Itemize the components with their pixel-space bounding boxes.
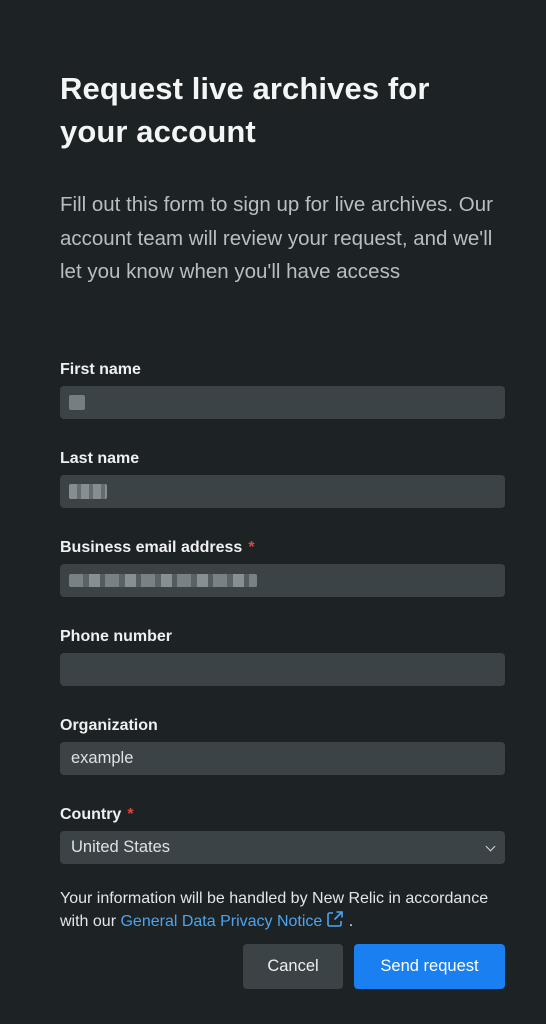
last-name-field[interactable]	[60, 475, 505, 508]
redacted-value	[69, 484, 107, 499]
cancel-button[interactable]: Cancel	[243, 944, 343, 989]
country-selected-value: United States	[71, 838, 171, 856]
privacy-notice-link[interactable]: General Data Privacy Notice	[120, 911, 344, 930]
email-group: Business email address *	[60, 538, 505, 597]
country-label-text: Country	[60, 806, 122, 823]
email-label: Business email address *	[60, 538, 505, 558]
required-marker: *	[127, 806, 134, 823]
organization-field[interactable]: example	[60, 742, 505, 775]
phone-group: Phone number	[60, 627, 505, 686]
first-name-group: First name	[60, 360, 505, 419]
chevron-down-icon	[485, 841, 496, 852]
last-name-label: Last name	[60, 450, 140, 467]
organization-label: Organization	[60, 717, 158, 734]
phone-field[interactable]	[60, 653, 505, 686]
send-request-button[interactable]: Send request	[354, 944, 505, 989]
redacted-value	[69, 574, 257, 587]
country-group: Country * United States	[60, 805, 505, 864]
country-select[interactable]: United States	[60, 831, 505, 864]
last-name-group: Last name	[60, 449, 505, 508]
phone-label: Phone number	[60, 628, 173, 645]
first-name-label: First name	[60, 361, 141, 378]
page-title: Request live archives for your account	[60, 71, 430, 149]
redacted-value	[69, 395, 85, 410]
external-link-icon	[327, 911, 344, 927]
first-name-field[interactable]	[60, 386, 505, 419]
form-description: Fill out this form to sign up for live a…	[60, 193, 493, 283]
privacy-notice-link-text[interactable]: General Data Privacy Notice	[120, 913, 322, 930]
organization-group: Organization example	[60, 716, 505, 775]
email-field[interactable]	[60, 564, 505, 597]
country-label: Country *	[60, 805, 505, 825]
email-label-text: Business email address	[60, 539, 243, 556]
privacy-notice: Your information will be handled by New …	[60, 888, 505, 933]
required-marker: *	[248, 539, 255, 556]
notice-suffix: .	[344, 913, 354, 930]
